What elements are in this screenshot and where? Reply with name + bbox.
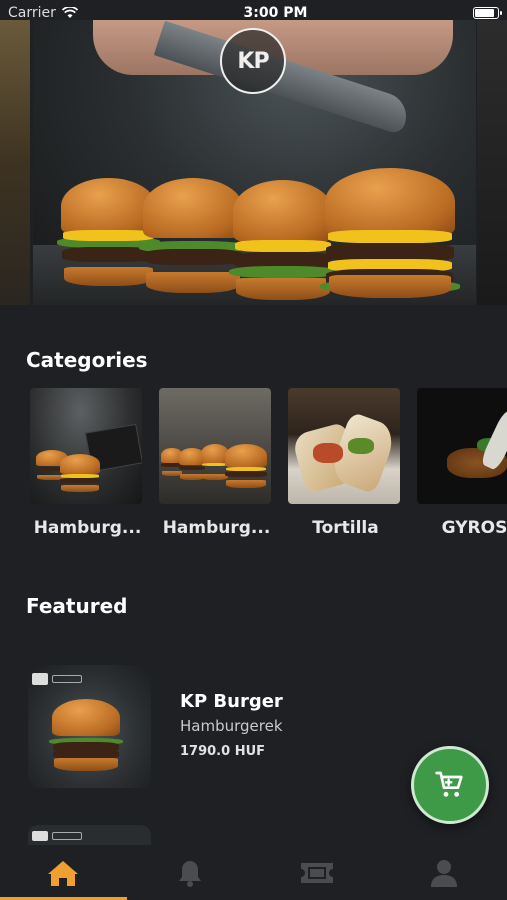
status-bar: Carrier 3:00 PM [0,0,507,26]
category-item[interactable]: Hamburg... [159,388,274,538]
hero-carousel[interactable]: KP [0,0,507,310]
category-item[interactable]: Tortilla [288,388,403,538]
hero-next-slide[interactable] [477,20,507,305]
category-label: Hamburg... [162,518,271,538]
category-label: Hamburg... [33,518,142,538]
categories-title: Categories [26,348,148,372]
user-icon [430,859,457,887]
category-label: GYROS [441,518,507,538]
ticket-icon [300,862,333,883]
tab-profile[interactable] [380,845,507,900]
cart-button[interactable] [411,746,489,824]
status-left: Carrier [8,5,78,21]
burger-image [57,178,160,286]
hero-banner-image[interactable]: KP [33,20,476,305]
featured-item-image [28,665,151,788]
featured-item-name: KP Burger [180,691,283,712]
hero-prev-slide[interactable] [0,20,30,305]
tab-bar [0,845,507,900]
carrier-label: Carrier [8,5,56,21]
tab-home[interactable] [0,845,127,900]
category-image [159,388,271,504]
featured-item-price: 1790.0 HUF [180,744,266,759]
wifi-icon [61,7,78,18]
burger-image [319,168,461,298]
cart-icon [435,771,463,797]
category-item[interactable]: Hamburg... [30,388,145,538]
tab-notifications[interactable] [127,845,254,900]
category-label: Tortilla [312,518,379,538]
featured-title: Featured [26,594,128,618]
category-image [30,388,142,504]
category-item[interactable]: GYROS [417,388,507,538]
featured-item-category: Hamburgerek [180,717,283,735]
brand-logo: KP [220,28,286,94]
home-icon [48,860,79,886]
category-image [417,388,507,504]
bell-icon [179,860,202,887]
burger-image [229,180,337,300]
status-time: 3:00 PM [243,5,308,21]
tab-coupons[interactable] [254,845,381,900]
featured-item-image-partial[interactable] [28,825,151,845]
brand-logo-text: KP [237,48,269,74]
burger-image [139,178,247,293]
battery-icon [473,7,502,19]
categories-list[interactable]: Hamburg... Hamburg... Tortilla GYROS [0,388,507,548]
category-image [288,388,400,504]
